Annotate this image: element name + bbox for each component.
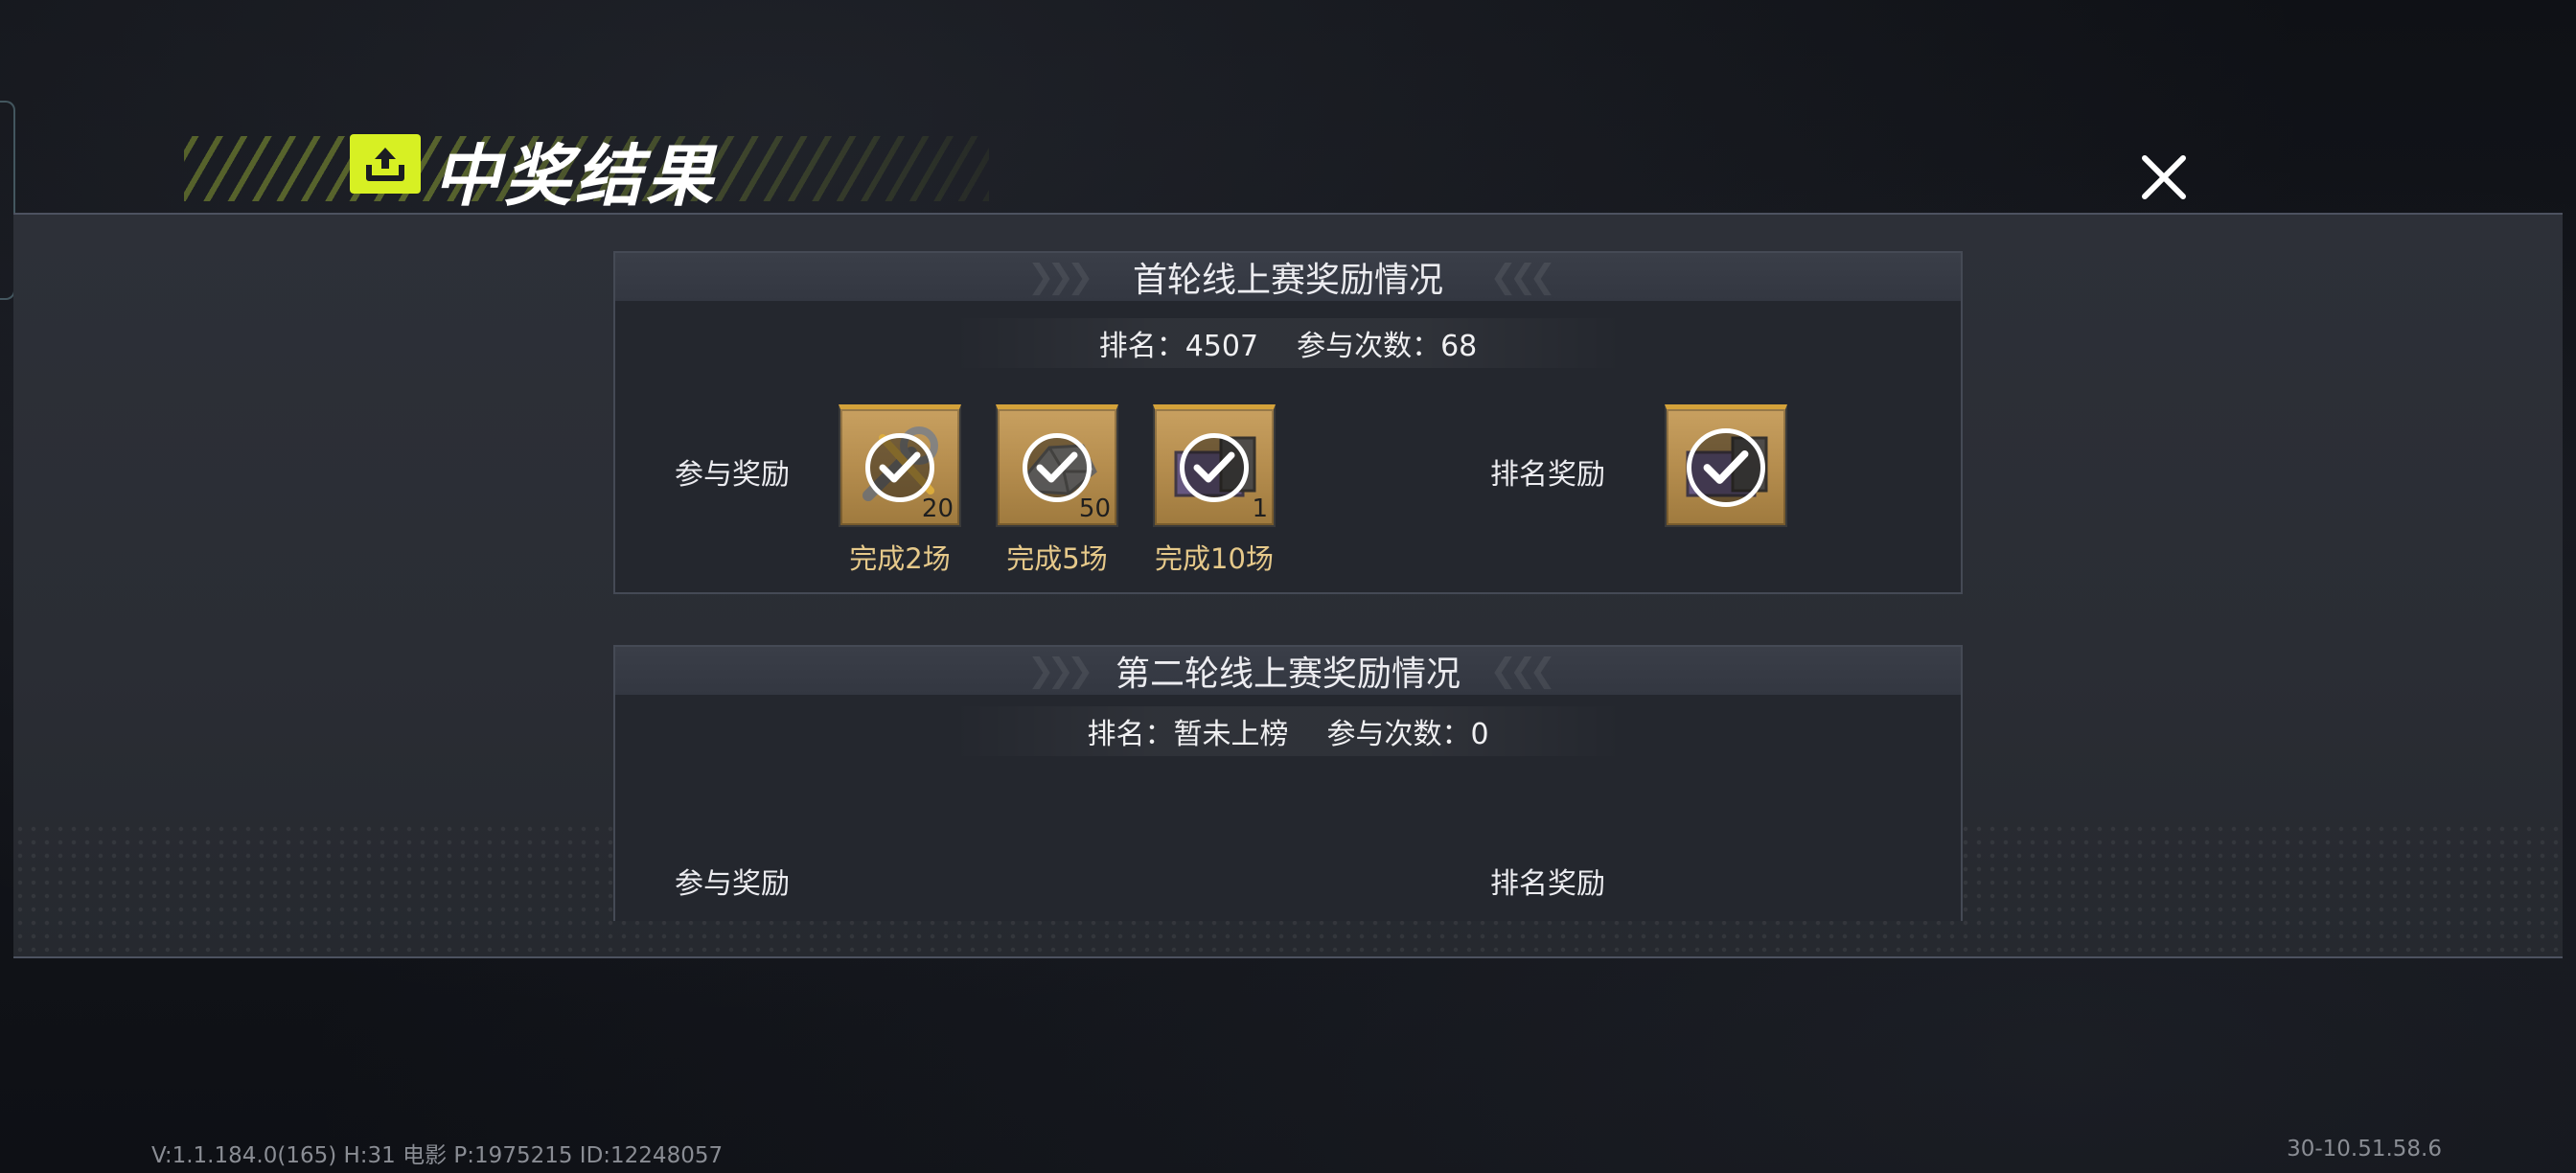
round2-rank: 排名：暂未上榜 — [1087, 718, 1289, 751]
claimed-check-icon — [1180, 432, 1249, 502]
chevron-left-decoration: ❮❮❮ — [1489, 652, 1557, 690]
round2-section: ❯❯❯ 第二轮线上赛奖励情况 ❮❮❮ 排名：暂未上榜 参与次数：0 参与奖励 排… — [613, 645, 1963, 921]
reward-condition: 完成5场 — [1006, 542, 1108, 575]
close-icon — [2142, 155, 2186, 199]
chevron-right-decoration: ❯❯❯ — [1027, 652, 1094, 690]
rank-reward-label: 排名奖励 — [1490, 867, 1605, 901]
claimed-check-icon — [1023, 432, 1092, 502]
participation-reward-label: 参与奖励 — [675, 458, 790, 492]
reward-condition: 完成2场 — [849, 542, 951, 575]
page-title: 中奖结果 — [433, 137, 717, 216]
round2-title: 第二轮线上赛奖励情况 — [1115, 655, 1460, 694]
round1-rank-line: 排名：4507 参与次数：68 — [615, 318, 1961, 368]
round1-section: ❯❯❯ 首轮线上赛奖励情况 ❮❮❮ 排名：4507 参与次数：68 参与奖励 排… — [613, 251, 1963, 594]
claimed-check-icon — [865, 432, 934, 502]
build-info: 30-10.51.58.6 — [2287, 1137, 2442, 1162]
version-info: V:1.1.184.0(165) H:31 电影 P:1975215 ID:12… — [151, 1143, 724, 1168]
reward-count: 50 — [1078, 494, 1111, 523]
round2-participation-count: 参与次数：0 — [1326, 718, 1489, 751]
rank-reward-item-weapon-case[interactable] — [1665, 404, 1787, 527]
chevron-right-decoration: ❯❯❯ — [1027, 258, 1094, 296]
round1-header: ❯❯❯ 首轮线上赛奖励情况 ❮❮❮ — [615, 253, 1961, 301]
reward-item-wrench-parts[interactable]: 20 — [839, 404, 961, 527]
reward-count: 20 — [921, 494, 954, 523]
round1-participation-count: 参与次数：68 — [1297, 330, 1478, 363]
claimed-check-icon — [1687, 427, 1765, 507]
reward-item-silver-ore[interactable]: 50 — [996, 404, 1118, 527]
round2-header: ❯❯❯ 第二轮线上赛奖励情况 ❮❮❮ — [615, 647, 1961, 695]
reward-condition: 完成10场 — [1155, 542, 1274, 575]
round1-rank: 排名：4507 — [1098, 330, 1259, 363]
reward-count: 1 — [1252, 494, 1268, 523]
upload-box-icon — [350, 134, 421, 194]
participation-reward-label: 参与奖励 — [675, 867, 790, 901]
chevron-left-decoration: ❮❮❮ — [1489, 258, 1557, 296]
rank-reward-label: 排名奖励 — [1490, 458, 1605, 492]
round2-rank-line: 排名：暂未上榜 参与次数：0 — [615, 706, 1961, 756]
round1-title: 首轮线上赛奖励情况 — [1132, 261, 1443, 300]
close-button[interactable] — [2135, 149, 2193, 206]
reward-item-weapon-case[interactable]: 1 — [1153, 404, 1276, 527]
